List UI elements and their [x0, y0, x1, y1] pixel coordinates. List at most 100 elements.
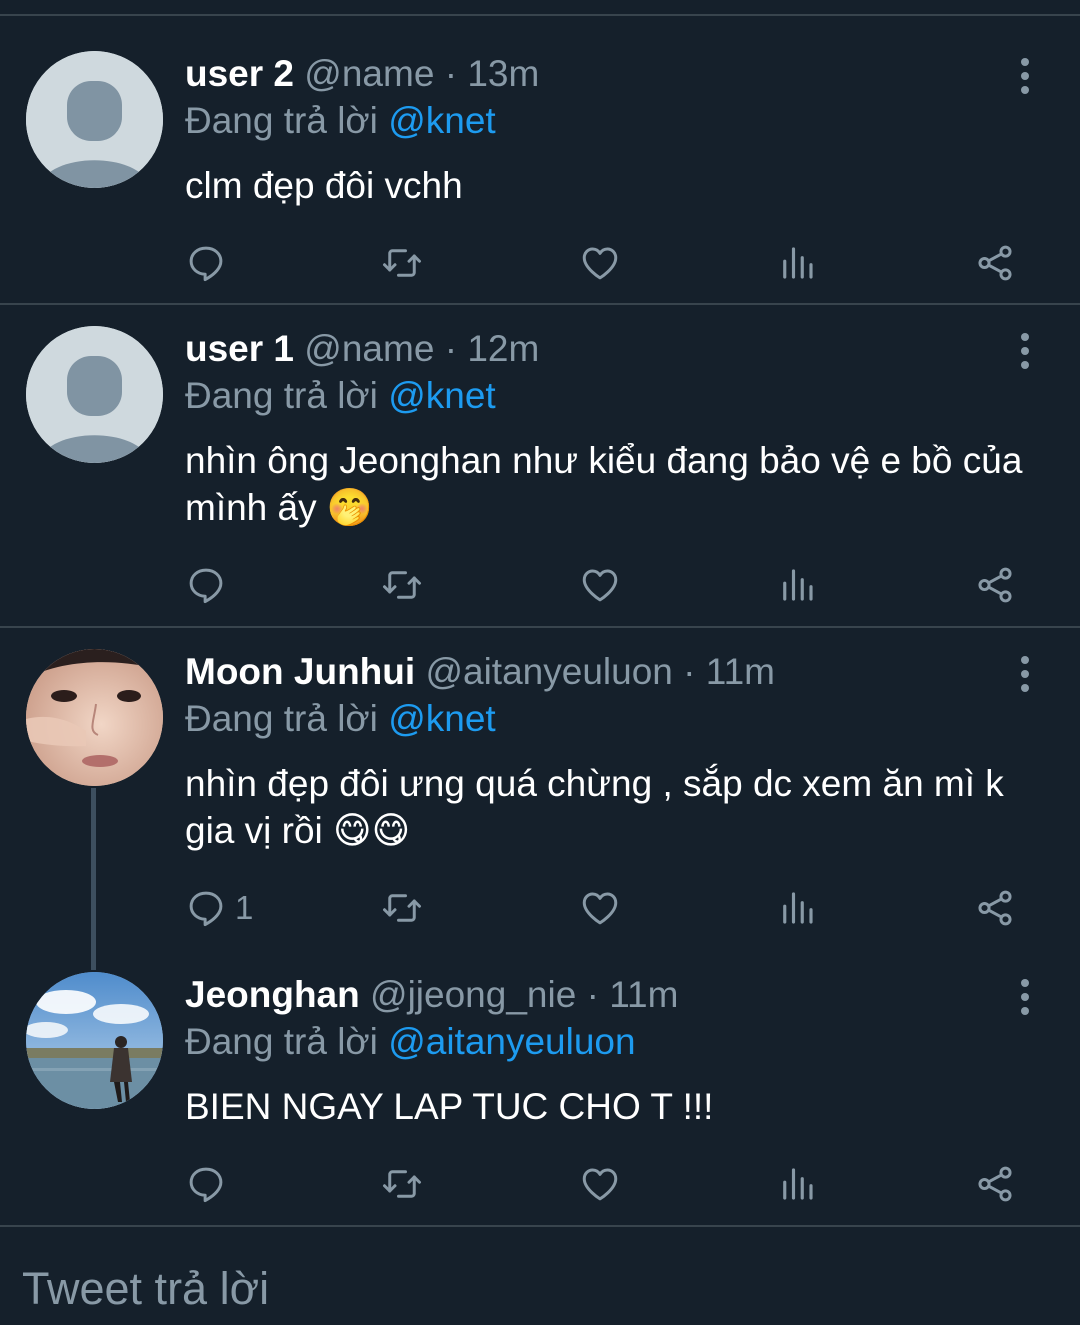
tweet-user-2[interactable]: user 2 @name · 13m Đang trả lời @knet cl…	[0, 0, 1080, 305]
tweet-header: user 1 @name · 12m	[185, 327, 539, 371]
avatar-default[interactable]	[26, 326, 163, 463]
tweet-header: Jeonghan @jjeong_nie · 11m	[185, 973, 678, 1017]
reply-button[interactable]	[185, 238, 235, 288]
share-button[interactable]	[974, 883, 1016, 933]
profile-photo-face	[26, 649, 163, 786]
avatar-moon-junhui[interactable]	[26, 649, 163, 786]
tweet-text: BIEN NGAY LAP TUC CHO T !!!	[185, 1086, 714, 1127]
analytics-icon	[783, 569, 813, 601]
action-bar	[0, 238, 1080, 288]
analytics-button[interactable]	[776, 560, 818, 610]
display-name[interactable]: user 2	[185, 53, 294, 94]
mention-link[interactable]: @knet	[388, 100, 496, 141]
replying-to-label: Đang trả lời	[185, 1021, 389, 1062]
separator-dot: ·	[444, 328, 458, 369]
retweet-icon	[383, 249, 421, 277]
more-menu-button[interactable]	[1008, 331, 1042, 371]
display-name[interactable]: user 1	[185, 328, 294, 369]
reply-button[interactable]: 1	[185, 883, 253, 933]
share-icon	[978, 1166, 1012, 1202]
heart-icon	[582, 569, 618, 602]
action-bar	[0, 1159, 1080, 1209]
replying-to: Đang trả lời @knet	[185, 99, 496, 143]
more-vertical-icon	[1021, 333, 1029, 341]
more-vertical-icon	[1021, 656, 1029, 664]
user-handle[interactable]: @aitanyeuluon	[425, 651, 672, 692]
reply-icon	[189, 1167, 223, 1203]
timestamp[interactable]: 11m	[609, 974, 678, 1015]
like-button[interactable]	[579, 560, 621, 610]
timestamp[interactable]: 13m	[467, 53, 539, 94]
mention-link[interactable]: @aitanyeuluon	[388, 1021, 635, 1062]
like-button[interactable]	[579, 883, 621, 933]
user-handle[interactable]: @jjeong_nie	[370, 974, 576, 1015]
reply-button[interactable]	[185, 560, 235, 610]
reply-icon	[189, 246, 223, 282]
user-handle[interactable]: @name	[304, 53, 434, 94]
retweet-icon	[383, 571, 421, 599]
like-button[interactable]	[579, 1159, 621, 1209]
analytics-button[interactable]	[776, 238, 818, 288]
default-avatar-icon	[26, 51, 163, 188]
like-button[interactable]	[579, 238, 621, 288]
tweet-moon-junhui[interactable]: Moon Junhui @aitanyeuluon · 11m Đang trả…	[0, 628, 1080, 950]
share-button[interactable]	[974, 560, 1016, 610]
analytics-icon	[783, 1168, 813, 1200]
retweet-button[interactable]	[381, 238, 423, 288]
more-vertical-icon	[1021, 58, 1029, 66]
tweet-text: nhìn ông Jeonghan như kiểu đang bảo vệ e…	[185, 440, 1023, 528]
avatar-default[interactable]	[26, 51, 163, 188]
display-name[interactable]: Jeonghan	[185, 974, 360, 1015]
replying-to-label: Đang trả lời	[185, 698, 389, 739]
avatar-jeonghan[interactable]	[26, 972, 163, 1109]
heart-icon	[582, 247, 618, 280]
replying-to-label: Đang trả lời	[185, 100, 389, 141]
display-name[interactable]: Moon Junhui	[185, 651, 415, 692]
mention-link[interactable]: @knet	[388, 375, 496, 416]
retweet-button[interactable]	[381, 560, 423, 610]
separator-dot: ·	[444, 53, 458, 94]
more-menu-button[interactable]	[1008, 977, 1042, 1017]
replying-to-label: Đang trả lời	[185, 375, 389, 416]
share-icon	[978, 890, 1012, 926]
tweet-user-1[interactable]: user 1 @name · 12m Đang trả lời @knet nh…	[0, 305, 1080, 628]
more-vertical-icon	[1021, 979, 1029, 987]
share-button[interactable]	[974, 1159, 1016, 1209]
heart-icon	[582, 892, 618, 925]
separator-dot: ·	[586, 974, 599, 1015]
analytics-icon	[783, 247, 813, 279]
replying-to: Đang trả lời @knet	[185, 697, 496, 741]
more-menu-button[interactable]	[1008, 654, 1042, 694]
timestamp[interactable]: 12m	[467, 328, 539, 369]
analytics-button[interactable]	[776, 1159, 818, 1209]
tweet-header: user 2 @name · 13m	[185, 52, 539, 96]
share-icon	[978, 245, 1012, 281]
retweet-icon	[383, 1170, 421, 1198]
reply-count: 1	[235, 889, 254, 926]
reply-input[interactable]	[22, 1263, 1022, 1315]
mention-link[interactable]: @knet	[388, 698, 496, 739]
composer-divider	[0, 1225, 1080, 1227]
reply-icon	[189, 891, 223, 927]
retweet-icon	[383, 894, 421, 922]
tweet-jeonghan[interactable]: Jeonghan @jjeong_nie · 11m Đang trả lời …	[0, 950, 1080, 1225]
timestamp[interactable]: 11m	[706, 651, 775, 692]
separator-dot: ·	[683, 651, 696, 692]
user-handle[interactable]: @name	[304, 328, 434, 369]
reply-icon	[189, 568, 223, 604]
analytics-icon	[783, 892, 813, 924]
analytics-button[interactable]	[776, 883, 818, 933]
share-button[interactable]	[974, 238, 1016, 288]
replying-to: Đang trả lời @knet	[185, 374, 496, 418]
profile-photo-lakeside	[26, 972, 163, 1109]
retweet-button[interactable]	[381, 883, 423, 933]
tweet-header: Moon Junhui @aitanyeuluon · 11m	[185, 650, 775, 694]
share-icon	[978, 567, 1012, 603]
action-bar: 1	[0, 883, 1080, 933]
reply-button[interactable]	[185, 1159, 235, 1209]
retweet-button[interactable]	[381, 1159, 423, 1209]
action-bar	[0, 560, 1080, 610]
replying-to: Đang trả lời @aitanyeuluon	[185, 1020, 636, 1064]
more-menu-button[interactable]	[1008, 56, 1042, 96]
heart-icon	[582, 1168, 618, 1201]
